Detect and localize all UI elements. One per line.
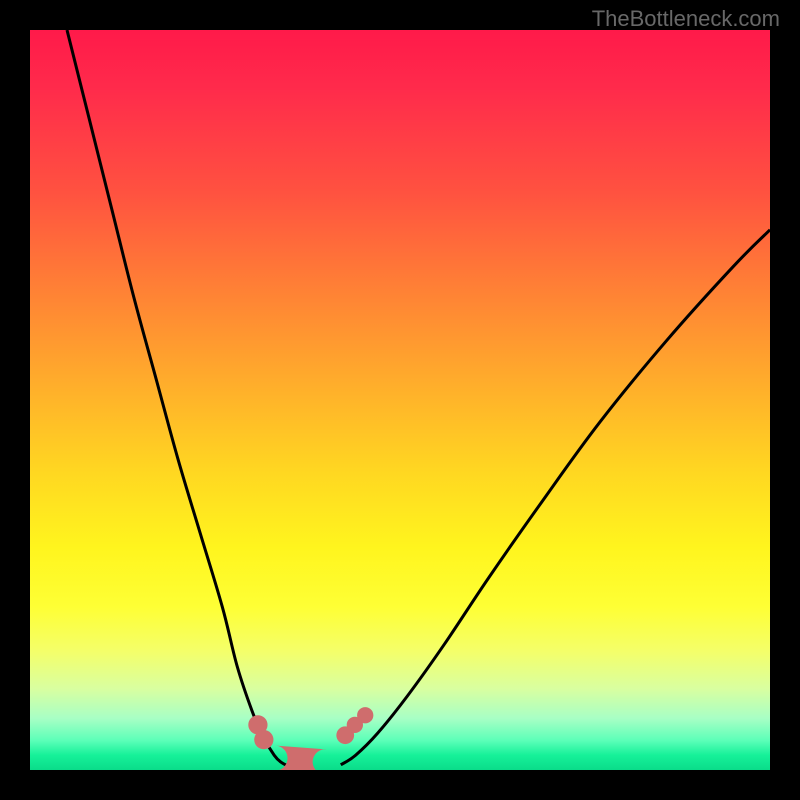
left-curve-line	[67, 30, 289, 766]
watermark-text: TheBottleneck.com	[592, 6, 780, 32]
data-marker	[357, 707, 373, 723]
chart-plot-area	[30, 30, 770, 770]
data-markers-group	[248, 707, 373, 749]
data-marker	[254, 730, 273, 749]
chart-overlay-svg	[30, 30, 770, 770]
right-curve-line	[341, 230, 770, 765]
bottom-marker-band	[274, 746, 326, 770]
